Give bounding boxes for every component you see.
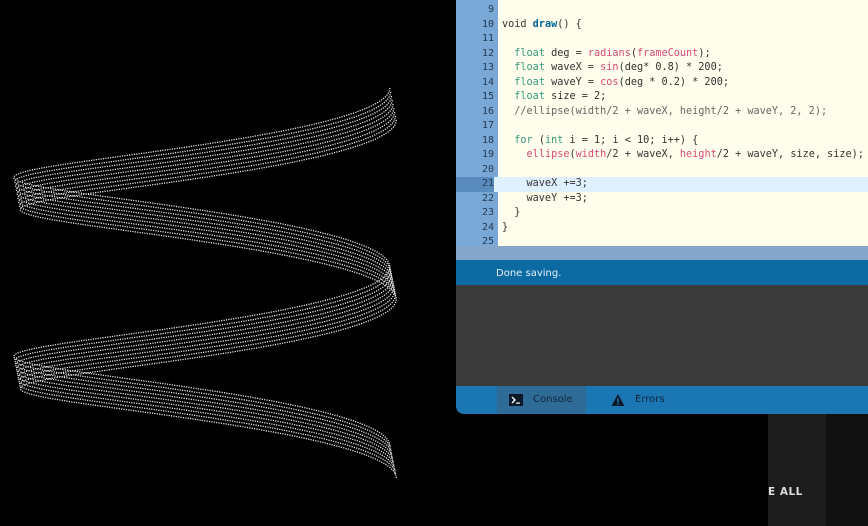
line-number: 9 <box>487 4 494 15</box>
code-text: float size = 2; <box>514 91 607 102</box>
code-text: } <box>502 207 521 218</box>
code-line[interactable]: 13 float waveX = sin(deg* 0.8) * 200; <box>456 61 868 76</box>
background-panel <box>768 414 826 526</box>
code-line[interactable]: 17 <box>456 119 868 134</box>
tab-console[interactable]: Console <box>497 386 586 414</box>
code-text: //ellipse(width/2 + waveX, height/2 + wa… <box>514 105 828 117</box>
helix-stroke <box>17 108 395 466</box>
code-editor[interactable]: 9 10 void draw() { 11 12 float deg = radians… <box>456 0 868 247</box>
line-number: 20 <box>481 163 494 175</box>
line-number: 22 <box>481 192 494 204</box>
line-number: 14 <box>481 76 494 88</box>
sketch-canvas <box>13 88 397 478</box>
code-line[interactable]: 23 } <box>456 206 868 221</box>
code-line[interactable]: 21 waveX +=3; <box>456 177 868 192</box>
helix-stroke <box>16 104 394 462</box>
processing-ide-window: 9 10 void draw() { 11 12 float deg = radians… <box>456 0 868 414</box>
line-number: 18 <box>481 134 494 146</box>
code-line[interactable]: 20 <box>456 163 868 178</box>
line-number: 11 <box>481 33 494 44</box>
terminal-icon <box>509 394 523 406</box>
code-text: waveX +=3; <box>502 178 588 189</box>
code-text: float waveX = sin(deg* 0.8) * 200; <box>514 62 723 73</box>
code-line[interactable]: 10 void draw() { <box>456 18 868 33</box>
code-line[interactable]: 11 <box>456 32 868 47</box>
line-number: 24 <box>481 221 494 233</box>
helix-stroke <box>13 92 392 450</box>
helix-stroke <box>18 116 397 474</box>
code-line[interactable]: 19 ellipse(width/2 + waveX, height/2 + w… <box>456 148 868 163</box>
console-tab-bar: Console Errors <box>456 386 868 414</box>
code-line[interactable]: 14 float waveY = cos(deg * 0.2) * 200; <box>456 76 868 91</box>
background-page-fragment: E ALL <box>768 414 868 526</box>
horizontal-scrollbar[interactable] <box>456 246 868 260</box>
code-text: float waveY = cos(deg * 0.2) * 200; <box>514 76 729 88</box>
helix-stroke <box>13 88 391 446</box>
helix-stroke <box>17 112 396 470</box>
see-all-button-fragment[interactable]: E ALL <box>768 486 868 498</box>
line-number: 19 <box>481 149 494 160</box>
line-number: 23 <box>481 207 494 218</box>
status-bar: Done saving. <box>456 260 868 285</box>
helix-stroke <box>19 120 397 478</box>
code-line[interactable]: 9 <box>456 3 868 18</box>
tab-console-label: Console <box>533 394 573 405</box>
tab-errors-label: Errors <box>635 394 665 405</box>
line-number: 16 <box>481 105 494 117</box>
line-number: 17 <box>481 120 494 131</box>
warning-icon <box>611 394 625 406</box>
code-line[interactable]: 24} <box>456 221 868 236</box>
code-text: waveY +=3; <box>502 192 588 204</box>
code-line[interactable]: 18 for (int i = 1; i < 10; i++) { <box>456 134 868 149</box>
code-text: } <box>502 221 509 233</box>
code-line[interactable]: 22 waveY +=3; <box>456 192 868 207</box>
code-line[interactable]: 12 float deg = radians(frameCount); <box>456 47 868 62</box>
code-text: ellipse(width/2 + waveX, height/2 + wave… <box>526 149 864 160</box>
code-text: void draw() { <box>502 18 582 30</box>
helix-stroke <box>15 100 393 458</box>
line-number: 21 <box>456 177 494 192</box>
tab-errors[interactable]: Errors <box>599 386 679 414</box>
line-number: 15 <box>481 91 494 102</box>
code-line[interactable]: 16 //ellipse(width/2 + waveX, height/2 +… <box>456 105 868 120</box>
line-number: 12 <box>481 47 494 59</box>
line-number: 13 <box>481 62 494 73</box>
status-message: Done saving. <box>496 268 562 279</box>
helix-stroke <box>14 96 393 454</box>
line-number: 10 <box>481 18 494 30</box>
code-text: float deg = radians(frameCount); <box>514 47 711 59</box>
code-line[interactable]: 15 float size = 2; <box>456 90 868 105</box>
code-text: for (int i = 1; i < 10; i++) { <box>514 134 699 146</box>
console-output[interactable] <box>456 285 868 386</box>
